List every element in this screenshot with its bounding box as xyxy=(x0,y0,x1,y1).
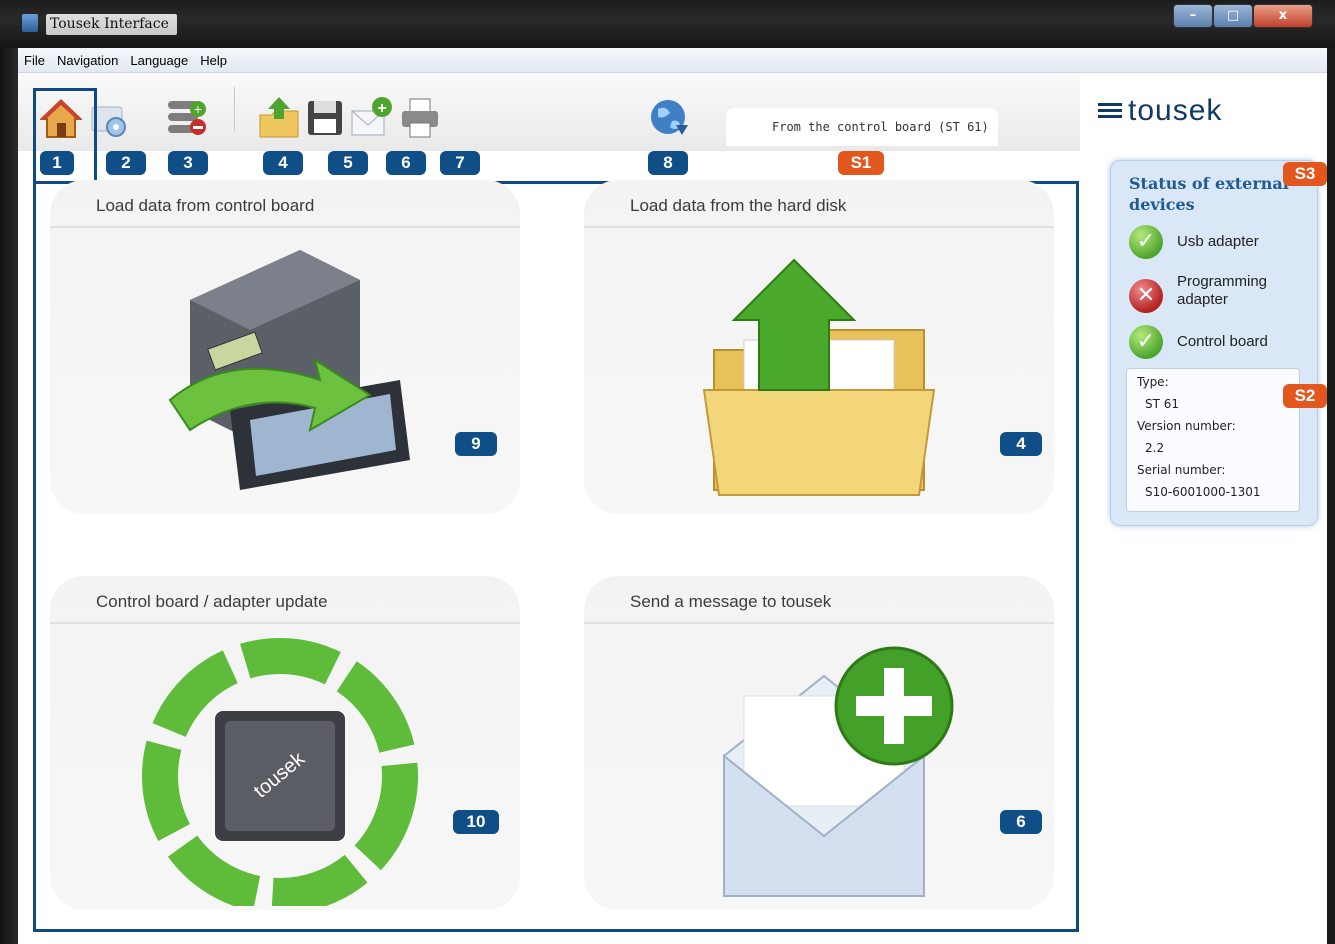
type-value: ST 61 xyxy=(1145,397,1180,411)
callout-badge: 7 xyxy=(440,151,480,175)
highlight-frame-home xyxy=(33,88,97,184)
callout-badge: 8 xyxy=(648,151,688,175)
callout-badge: 6 xyxy=(1000,810,1042,834)
save-button[interactable] xyxy=(302,95,348,141)
toolbar: + + From the control board (ST 61) xyxy=(18,73,1080,151)
panel-divider xyxy=(584,226,1054,228)
app-window: Tousek Interface – □ x File Navigation L… xyxy=(0,0,1335,944)
check-icon: ✓ xyxy=(1129,325,1163,359)
menu-navigation[interactable]: Navigation xyxy=(51,53,124,68)
panel-firmware-update[interactable]: Control board / adapter update tousek 10 xyxy=(50,576,520,910)
callout-badge: 2 xyxy=(106,151,146,175)
panel-divider xyxy=(50,226,520,228)
new-message-icon: + xyxy=(351,97,392,136)
device-usb-adapter: ✓ Usb adapter xyxy=(1129,223,1319,263)
svg-text:+: + xyxy=(194,101,202,117)
update-online-button[interactable] xyxy=(646,95,692,141)
serial-value: S10-6001000-1301 xyxy=(1145,485,1261,499)
control-board-to-laptop-icon xyxy=(168,250,410,490)
callout-badge-s1: S1 xyxy=(838,151,884,175)
panel-divider xyxy=(50,622,520,624)
window-controls: – □ x xyxy=(1173,4,1313,30)
print-icon xyxy=(402,98,438,138)
close-button[interactable]: x xyxy=(1253,4,1313,28)
version-label: Version number: xyxy=(1137,419,1236,433)
device-label: Control board xyxy=(1177,333,1268,350)
maximize-button[interactable]: □ xyxy=(1213,4,1253,28)
toolbar-separator xyxy=(234,87,235,131)
data-source-tab: From the control board (ST 61) xyxy=(726,108,998,146)
check-icon: ✓ xyxy=(1129,225,1163,259)
panel-divider xyxy=(584,622,1054,624)
globe-icon xyxy=(651,100,688,135)
callout-badge: 3 xyxy=(168,151,208,175)
save-disk-icon xyxy=(308,101,342,135)
upload-folder-icon xyxy=(259,97,299,138)
add-remove-icon: + xyxy=(168,101,206,135)
menu-help[interactable]: Help xyxy=(194,53,233,68)
panel-send-message[interactable]: Send a message to tousek 6 xyxy=(584,576,1054,910)
device-programming-adapter: ✕ Programming adapter xyxy=(1129,273,1319,313)
data-source-label: From the control board (ST 61) xyxy=(772,120,989,134)
brand-name: tousek xyxy=(1128,94,1223,127)
brand-mark-icon xyxy=(1098,103,1122,122)
minimize-button[interactable]: – xyxy=(1173,4,1213,28)
callout-badge: 9 xyxy=(455,432,497,456)
callout-badge-s3: S3 xyxy=(1283,162,1327,186)
device-label: Programming adapter xyxy=(1177,273,1268,308)
callout-badge: 4 xyxy=(1000,432,1042,456)
folder-upload-icon xyxy=(702,258,936,496)
window-left-edge xyxy=(0,48,18,944)
callout-badge: 5 xyxy=(328,151,368,175)
svg-text:+: + xyxy=(377,100,386,117)
serial-label: Serial number: xyxy=(1137,463,1226,477)
control-board-info: Type: ST 61 Version number: 2.2 Serial n… xyxy=(1126,368,1300,512)
callout-badge-s2: S2 xyxy=(1283,384,1327,408)
title-bar[interactable]: Tousek Interface – □ x xyxy=(0,0,1335,48)
chip-update-icon: tousek xyxy=(142,638,418,906)
panel-title: Load data from the hard disk xyxy=(630,196,847,215)
window-right-edge xyxy=(1327,48,1335,944)
message-add-icon xyxy=(723,646,954,897)
callout-badge: 4 xyxy=(263,151,303,175)
app-icon xyxy=(22,14,38,32)
device-label: Usb adapter xyxy=(1177,233,1259,250)
send-message-button[interactable]: + xyxy=(348,95,394,141)
menu-language[interactable]: Language xyxy=(124,53,194,68)
callout-badge: 6 xyxy=(386,151,426,175)
callout-badge: 10 xyxy=(453,810,499,834)
brand-logo: tousek xyxy=(1098,94,1222,128)
add-remove-button[interactable]: + xyxy=(164,95,210,141)
type-label: Type: xyxy=(1137,375,1169,389)
panel-load-from-control-board[interactable]: Load data from control board 9 xyxy=(50,180,520,514)
panel-load-from-hard-disk[interactable]: Load data from the hard disk 4 xyxy=(584,180,1054,514)
panel-title: Send a message to tousek xyxy=(630,592,832,611)
version-value: 2.2 xyxy=(1145,441,1165,455)
menu-bar: File Navigation Language Help xyxy=(18,48,1335,73)
menu-file[interactable]: File xyxy=(18,53,51,68)
window-title: Tousek Interface xyxy=(46,14,177,35)
panel-title: Control board / adapter update xyxy=(96,592,328,611)
device-control-board: ✓ Control board xyxy=(1129,323,1319,363)
panel-title: Load data from control board xyxy=(96,196,315,215)
load-from-disk-button[interactable] xyxy=(256,95,302,141)
print-button[interactable] xyxy=(398,95,444,141)
error-icon: ✕ xyxy=(1129,279,1163,313)
